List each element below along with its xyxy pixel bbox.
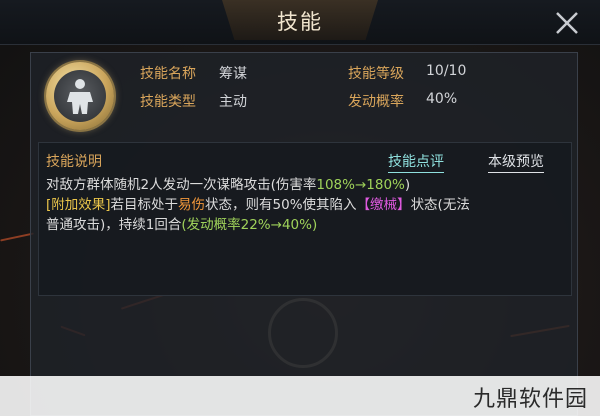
damage-rate-value: 108%→180% bbox=[316, 177, 405, 193]
desc-text: ) bbox=[404, 177, 411, 193]
title-bar: 技能 bbox=[0, 0, 600, 45]
close-icon bbox=[556, 12, 578, 34]
description-title: 技能说明 bbox=[46, 154, 102, 170]
skill-name-label: 技能名称 bbox=[140, 66, 196, 82]
desc-text: 状态，则有50%使其陷入 bbox=[205, 197, 357, 213]
vulnerable-status: 易伤 bbox=[178, 197, 206, 213]
extra-effect-tag: [附加效果] bbox=[46, 197, 111, 213]
disarm-status: 【缴械】 bbox=[356, 197, 411, 213]
desc-text: 对敌方群体随机2人发动一次谋略攻击(伤害率 bbox=[46, 177, 317, 193]
skill-type-value: 主动 bbox=[219, 94, 247, 110]
description-line-1: 对敌方群体随机2人发动一次谋略攻击(伤害率108%→180%) bbox=[46, 175, 546, 195]
skill-icon[interactable] bbox=[46, 62, 114, 130]
trigger-rate-label: 发动概率 bbox=[348, 94, 404, 110]
soldier-emblem-icon bbox=[67, 79, 93, 114]
skill-level-label: 技能等级 bbox=[348, 66, 404, 82]
skill-review-link[interactable]: 技能点评 bbox=[388, 151, 444, 173]
skill-icon-disc bbox=[54, 70, 106, 122]
description-line-2: [附加效果]若目标处于易伤状态，则有50%使其陷入【缴械】状态(无法 bbox=[46, 195, 546, 215]
watermark-text: 九鼎软件园 bbox=[472, 387, 588, 412]
cart-wheel-decoration bbox=[268, 298, 338, 368]
close-button[interactable] bbox=[548, 4, 586, 42]
skill-type-label: 技能类型 bbox=[140, 94, 196, 110]
skill-name-value: 筹谋 bbox=[219, 66, 247, 82]
skill-level-value: 10/10 bbox=[426, 63, 467, 79]
trigger-rate-value: 40% bbox=[426, 91, 458, 107]
watermark-bar: 九鼎软件园 bbox=[0, 376, 600, 416]
trigger-rate-range: (发动概率22%→40%) bbox=[181, 217, 318, 233]
description-text: 对敌方群体随机2人发动一次谋略攻击(伤害率108%→180%) [附加效果]若目… bbox=[46, 175, 546, 235]
ember-decoration bbox=[0, 232, 34, 242]
description-line-3: 普通攻击)，持续1回合(发动概率22%→40%) bbox=[46, 215, 546, 235]
desc-text: 状态(无法 bbox=[410, 197, 470, 213]
desc-text: 普通攻击)，持续1回合 bbox=[46, 217, 182, 233]
desc-text: 若目标处于 bbox=[110, 197, 179, 213]
level-preview-link[interactable]: 本级预览 bbox=[488, 151, 544, 173]
page-title: 技能 bbox=[277, 10, 323, 34]
